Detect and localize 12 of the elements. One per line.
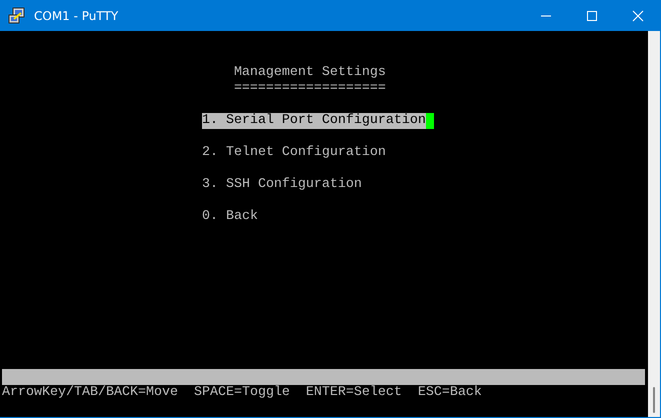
heading-underline: =================== — [234, 81, 386, 97]
menu-heading: Management Settings — [234, 65, 386, 81]
computer-terminal-icon — [8, 6, 26, 24]
menu-item[interactable]: 2. Telnet Configuration — [202, 145, 386, 161]
maximize-icon — [586, 10, 598, 22]
scrollbar-thumb[interactable] — [653, 387, 655, 413]
key-help-text: ArrowKey/TAB/BACK=Move SPACE=Toggle ENTER=Select ESC=Back — [2, 385, 482, 401]
close-icon — [632, 10, 644, 22]
menu-item[interactable]: 3. SSH Configuration — [202, 177, 362, 193]
menu-item[interactable]: 1. Serial Port Configuration — [202, 113, 426, 129]
window-title: COM1 - PuTTY — [34, 8, 120, 22]
menu-item[interactable]: 0. Back — [202, 209, 258, 225]
